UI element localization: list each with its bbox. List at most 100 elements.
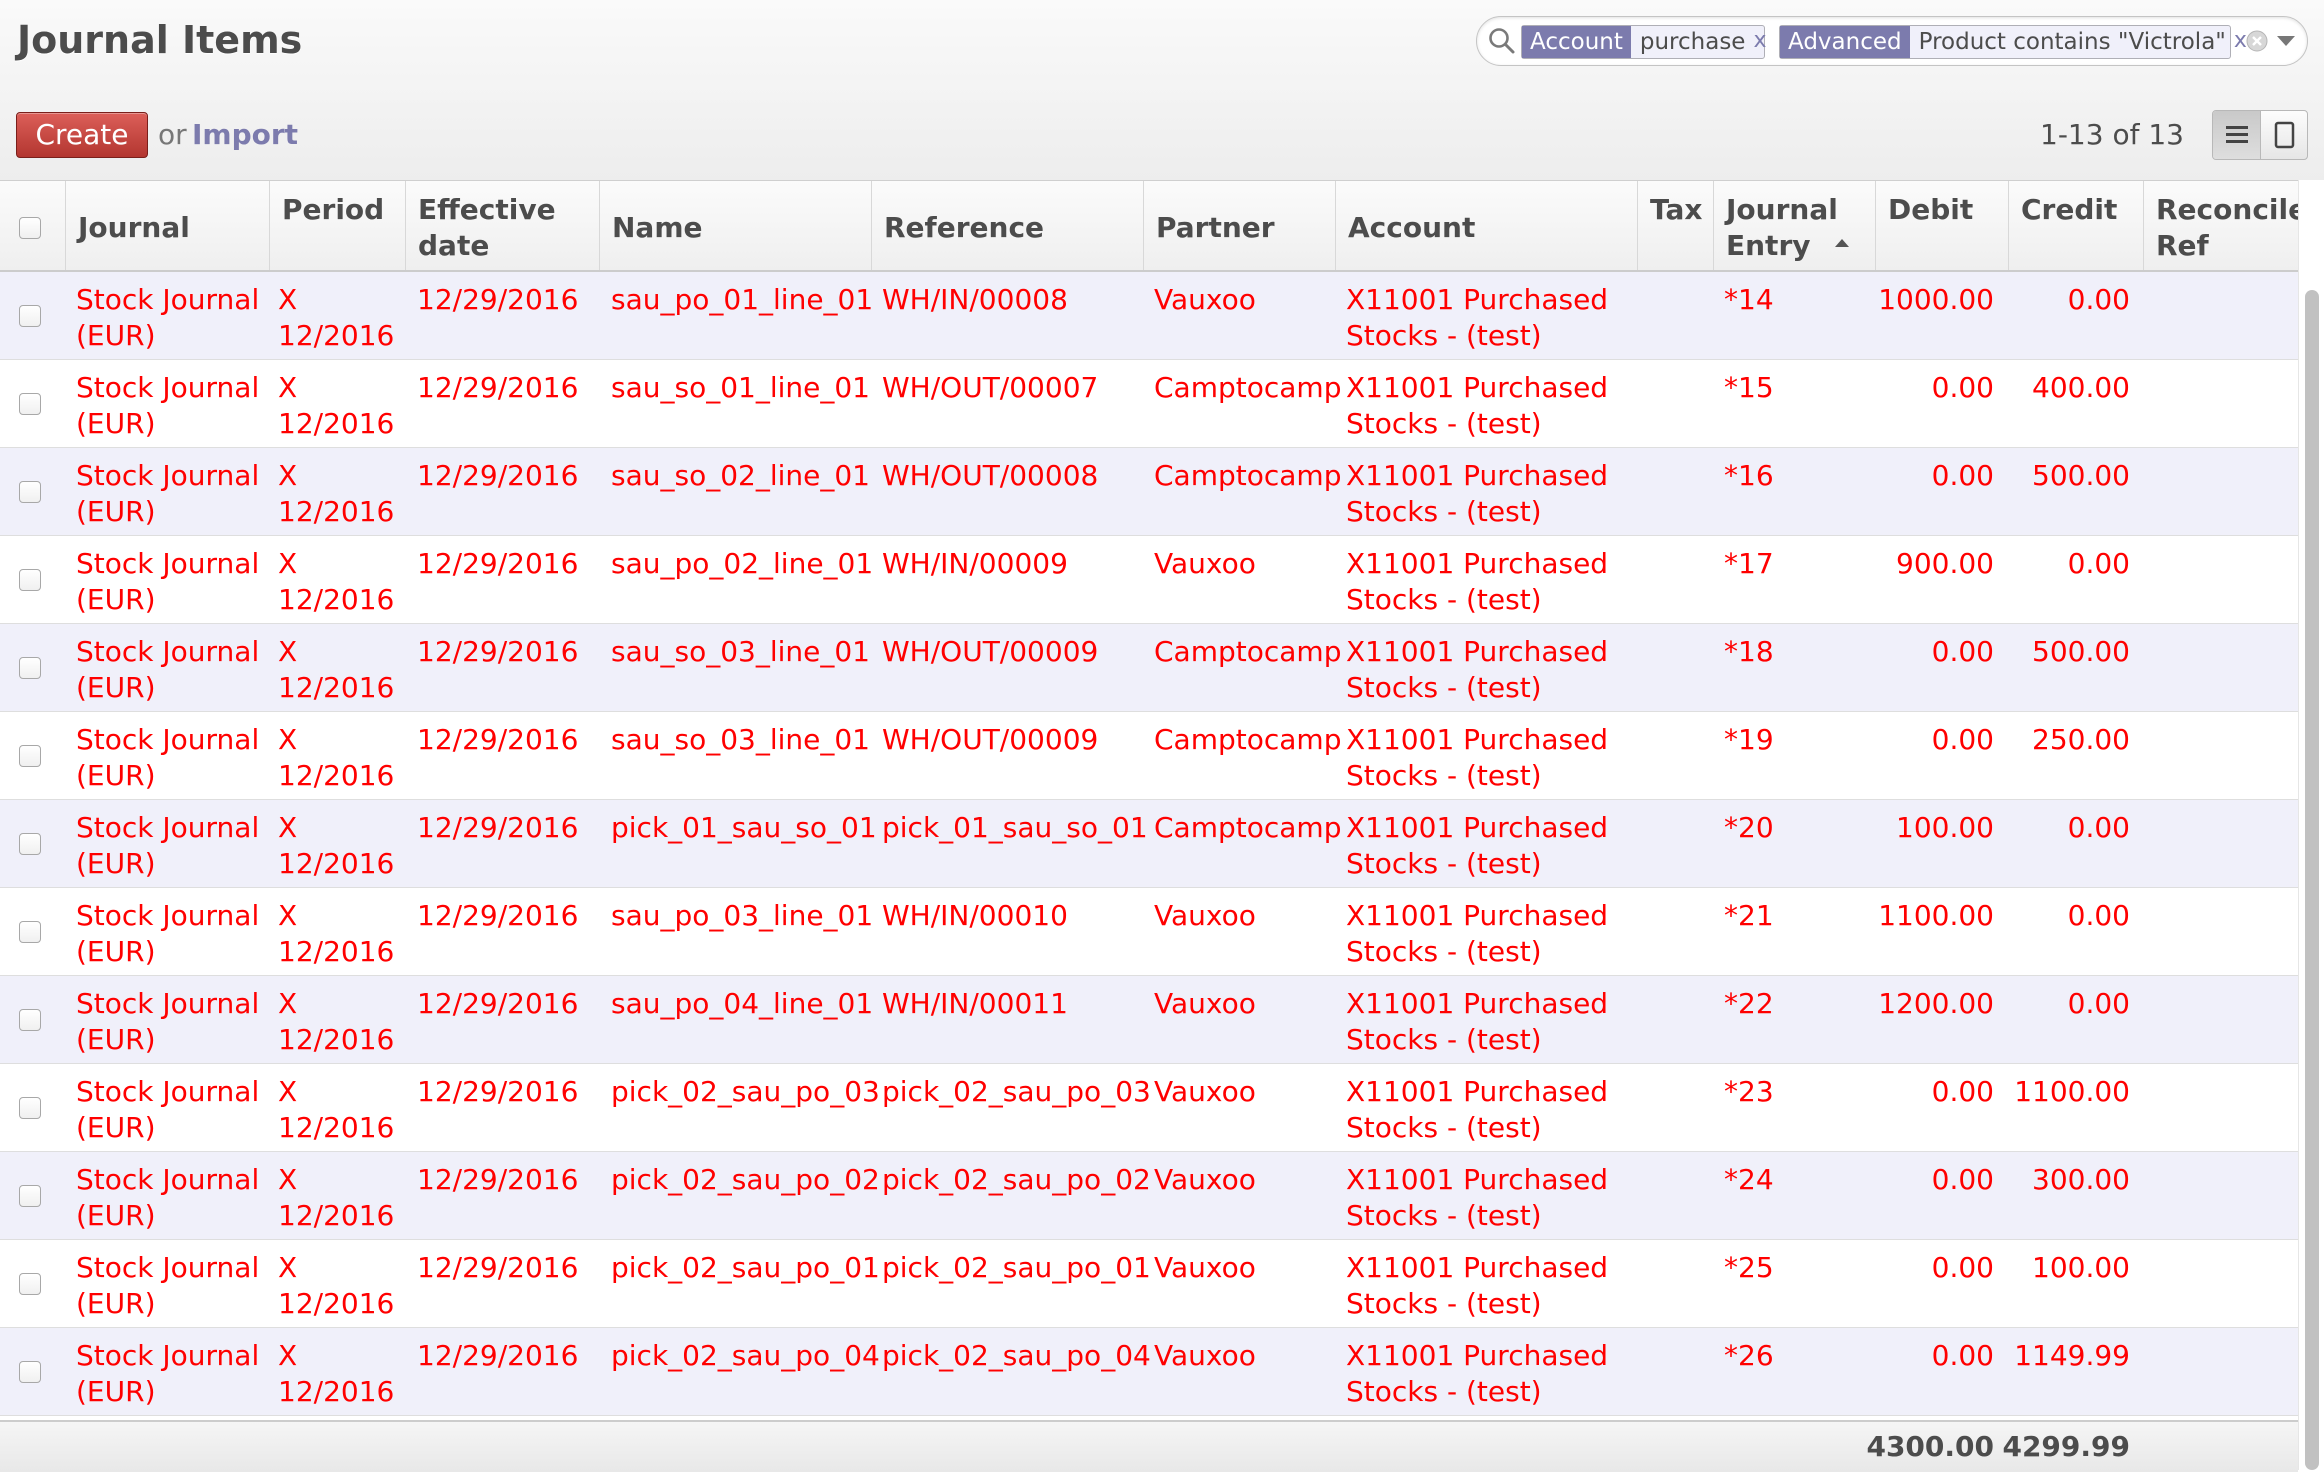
- form-view-button[interactable]: [2261, 111, 2308, 159]
- facet-value: Product contains "Victrola": [1918, 29, 2226, 55]
- account-cell: X11001 Purchased: [1346, 811, 1609, 844]
- debit-cell: 0.00: [1931, 1251, 1994, 1284]
- column-header-partner[interactable]: Partner: [1143, 181, 1335, 270]
- journal-cell: (EUR): [76, 759, 156, 792]
- table-row[interactable]: Stock Journal (EUR) X 12/2016 12/29/2016 sau_…: [0, 536, 2298, 624]
- search-facet-advanced: Advanced Product contains "Victrola" x: [1779, 25, 2247, 59]
- facet-remove-icon[interactable]: x: [1751, 26, 1774, 58]
- debit-cell: 1200.00: [1878, 987, 1994, 1020]
- row-checkbox[interactable]: [19, 1185, 41, 1207]
- partner-cell: Camptocamp: [1154, 459, 1342, 492]
- list-view-button[interactable]: [2213, 111, 2261, 159]
- row-checkbox[interactable]: [19, 657, 41, 679]
- table-row[interactable]: Stock Journal (EUR) X 12/2016 12/29/2016 sau_…: [0, 624, 2298, 712]
- partner-cell: Vauxoo: [1154, 1251, 1256, 1284]
- journal-entry-cell: *25: [1724, 1251, 1774, 1284]
- name-cell: sau_po_04_line_01: [611, 987, 874, 1020]
- journal-entry-cell: *23: [1724, 1075, 1774, 1108]
- credit-cell: 0.00: [2067, 811, 2130, 844]
- partner-cell: Camptocamp: [1154, 811, 1342, 844]
- journal-cell: (EUR): [76, 495, 156, 528]
- column-header-reconcile-ref[interactable]: Reconcile Ref: [2143, 181, 2307, 270]
- period-cell: X: [278, 1163, 298, 1196]
- table-row[interactable]: Stock Journal (EUR) X 12/2016 12/29/2016 pick…: [0, 1064, 2298, 1152]
- journal-entry-cell: *24: [1724, 1163, 1774, 1196]
- table-row[interactable]: Stock Journal (EUR) X 12/2016 12/29/2016 pick…: [0, 1328, 2298, 1416]
- table-row[interactable]: Stock Journal (EUR) X 12/2016 12/29/2016 sau_…: [0, 888, 2298, 976]
- row-checkbox[interactable]: [19, 481, 41, 503]
- account-cell: X11001 Purchased: [1346, 283, 1609, 316]
- table-row[interactable]: Stock Journal (EUR) X 12/2016 12/29/2016 sau_…: [0, 448, 2298, 536]
- scrollbar-thumb[interactable]: [2305, 290, 2319, 1470]
- column-header-tax[interactable]: Tax: [1637, 181, 1713, 270]
- column-header-name[interactable]: Name: [599, 181, 871, 270]
- account-cell: Stocks - (test): [1346, 583, 1542, 616]
- reference-cell: WH/IN/00011: [882, 987, 1068, 1020]
- journal-cell: Stock Journal: [76, 547, 260, 580]
- partner-cell: Vauxoo: [1154, 283, 1256, 316]
- select-all-checkbox[interactable]: [19, 217, 41, 239]
- row-checkbox[interactable]: [19, 1097, 41, 1119]
- row-checkbox[interactable]: [19, 1361, 41, 1383]
- triangle-down-icon[interactable]: [2275, 31, 2297, 51]
- column-header-credit[interactable]: Credit: [2008, 181, 2143, 270]
- list-icon: [2226, 126, 2248, 143]
- row-checkbox[interactable]: [19, 1009, 41, 1031]
- table-row[interactable]: Stock Journal (EUR) X 12/2016 12/29/2016 sau_…: [0, 272, 2298, 360]
- column-header-account[interactable]: Account: [1335, 181, 1637, 270]
- column-header-effective-date[interactable]: Effective date: [405, 181, 599, 270]
- column-header-journal[interactable]: Journal: [65, 181, 269, 270]
- account-cell: Stocks - (test): [1346, 1375, 1542, 1408]
- name-cell: sau_so_03_line_01: [611, 723, 870, 756]
- row-checkbox[interactable]: [19, 305, 41, 327]
- effective-date-cell: 12/29/2016: [417, 899, 579, 932]
- pager-value: 1-13 of 13: [2040, 118, 2184, 151]
- table-header: Journal Period Effective date Name Refer…: [0, 181, 2307, 272]
- column-header-reference[interactable]: Reference: [871, 181, 1143, 270]
- search-facet-account: Account purchase x: [1521, 25, 1766, 59]
- period-cell: X: [278, 1339, 298, 1372]
- clear-search-icon[interactable]: [2245, 29, 2269, 53]
- period-cell: X: [278, 283, 298, 316]
- table-row[interactable]: Stock Journal (EUR) X 12/2016 12/29/2016 pick…: [0, 1240, 2298, 1328]
- partner-cell: Camptocamp: [1154, 723, 1342, 756]
- page-title: Journal Items: [17, 18, 303, 62]
- period-cell: X: [278, 811, 298, 844]
- journal-cell: (EUR): [76, 1287, 156, 1320]
- effective-date-cell: 12/29/2016: [417, 1251, 579, 1284]
- effective-date-cell: 12/29/2016: [417, 459, 579, 492]
- row-checkbox[interactable]: [19, 921, 41, 943]
- row-checkbox[interactable]: [19, 1273, 41, 1295]
- create-button[interactable]: Create: [16, 112, 148, 158]
- account-cell: X11001 Purchased: [1346, 547, 1609, 580]
- effective-date-cell: 12/29/2016: [417, 283, 579, 316]
- table-row[interactable]: Stock Journal (EUR) X 12/2016 12/29/2016 pick…: [0, 800, 2298, 888]
- search-icon[interactable]: [1487, 26, 1517, 56]
- column-header-period[interactable]: Period: [269, 181, 405, 270]
- column-header-debit[interactable]: Debit: [1875, 181, 2008, 270]
- vertical-scrollbar[interactable]: [2298, 180, 2324, 1470]
- period-cell: 12/2016: [278, 407, 395, 440]
- name-cell: pick_02_sau_po_02: [611, 1163, 880, 1196]
- account-cell: Stocks - (test): [1346, 407, 1542, 440]
- reference-cell: pick_02_sau_po_04: [882, 1339, 1151, 1372]
- name-cell: sau_so_02_line_01: [611, 459, 870, 492]
- debit-cell: 0.00: [1931, 1075, 1994, 1108]
- journal-cell: (EUR): [76, 319, 156, 352]
- journal-entry-cell: *15: [1724, 371, 1774, 404]
- table-row[interactable]: Stock Journal (EUR) X 12/2016 12/29/2016 sau_…: [0, 360, 2298, 448]
- column-header-journal-entry[interactable]: Journal Entry: [1713, 181, 1875, 270]
- table-row[interactable]: Stock Journal (EUR) X 12/2016 12/29/2016 sau_…: [0, 712, 2298, 800]
- facet-category: Advanced: [1780, 26, 1910, 58]
- table-row[interactable]: Stock Journal (EUR) X 12/2016 12/29/2016 sau_…: [0, 976, 2298, 1064]
- row-checkbox[interactable]: [19, 833, 41, 855]
- row-checkbox[interactable]: [19, 569, 41, 591]
- import-link[interactable]: Import: [192, 118, 298, 151]
- table-row[interactable]: Stock Journal (EUR) X 12/2016 12/29/2016 pick…: [0, 1152, 2298, 1240]
- sort-asc-icon: [1835, 239, 1849, 247]
- search-box[interactable]: Account purchase x Advanced Product cont…: [1476, 16, 2308, 66]
- debit-cell: 1000.00: [1878, 283, 1994, 316]
- row-checkbox[interactable]: [19, 745, 41, 767]
- journal-entry-cell: *20: [1724, 811, 1774, 844]
- row-checkbox[interactable]: [19, 393, 41, 415]
